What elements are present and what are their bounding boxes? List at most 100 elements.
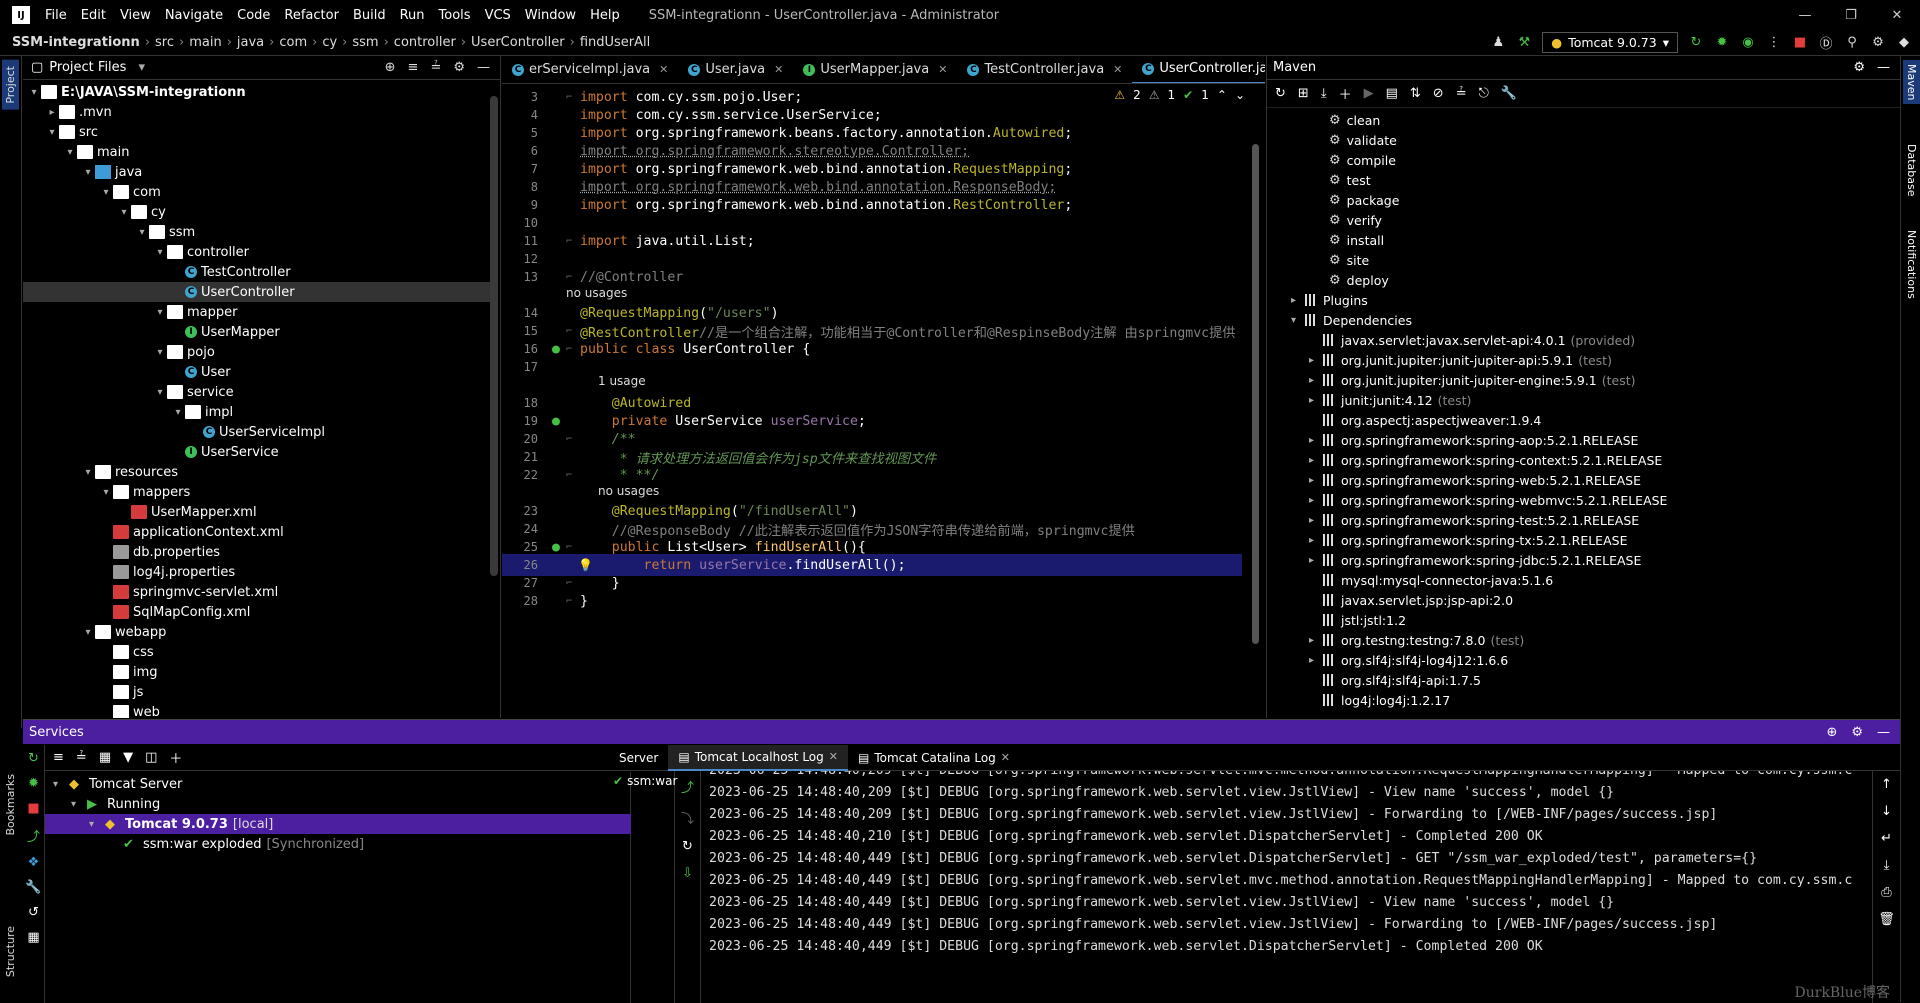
maven-dependency[interactable]: ▸org.testng:testng:7.8.0(test): [1309, 630, 1524, 650]
fold-icon[interactable]: ⌐: [566, 326, 576, 337]
tree-node[interactable]: ▾resources: [81, 462, 178, 482]
tree-node[interactable]: ▸.mvn: [45, 102, 112, 122]
maven-dependency[interactable]: ▸org.springframework:spring-webmvc:5.2.1…: [1309, 490, 1672, 510]
maven-lifecycle-goal[interactable]: ⚙deploy: [1329, 270, 1389, 290]
breadcrumb-item[interactable]: SSM-integrationn: [12, 35, 140, 50]
close-icon[interactable]: ✕: [1874, 0, 1920, 30]
tree-node[interactable]: UserMapper.xml: [117, 502, 257, 522]
maven-dependency[interactable]: ▸junit:junit:4.12(test): [1309, 390, 1471, 410]
maven-dependency[interactable]: jstl:jstl:1.2: [1309, 610, 1411, 630]
project-scrollbar[interactable]: [490, 96, 498, 576]
collapse-all-icon[interactable]: ≟: [430, 60, 441, 75]
add-service-icon[interactable]: ⊕: [1826, 725, 1837, 740]
tree-node[interactable]: css: [99, 642, 154, 662]
tree-node[interactable]: CUserServiceImpl: [189, 422, 325, 442]
tree-node[interactable]: ▾src: [45, 122, 98, 142]
tree-node[interactable]: ▾controller: [153, 242, 249, 262]
arrow-up-icon[interactable]: ↑: [1881, 777, 1892, 792]
breadcrumb-item[interactable]: src: [155, 35, 174, 50]
more-run-icon[interactable]: ⋮: [1766, 35, 1782, 51]
fold-icon[interactable]: ⌐: [566, 578, 576, 589]
maven-dependency[interactable]: ▸org.springframework:spring-test:5.2.1.R…: [1309, 510, 1644, 530]
tree-node[interactable]: applicationContext.xml: [99, 522, 284, 542]
notifications-tool-tab[interactable]: Notifications: [1903, 226, 1920, 303]
restore-icon[interactable]: ❐: [1828, 0, 1874, 30]
tree-node[interactable]: web: [99, 702, 160, 718]
menu-item-edit[interactable]: Edit: [74, 8, 113, 23]
maven-dependency[interactable]: org.slf4j:slf4j-api:1.7.5: [1309, 670, 1486, 690]
menu-item-run[interactable]: Run: [393, 8, 432, 23]
maven-dependency[interactable]: ▸org.springframework:spring-web:5.2.1.RE…: [1309, 470, 1646, 490]
fold-icon[interactable]: ⌐: [566, 236, 576, 247]
hide-icon[interactable]: —: [1877, 60, 1890, 75]
gutter[interactable]: ●: [546, 540, 566, 555]
user-icon[interactable]: ♟: [1490, 35, 1506, 51]
hide-icon[interactable]: —: [477, 60, 490, 75]
skip-tests-icon[interactable]: ⊘: [1433, 86, 1444, 101]
maven-dependency[interactable]: ▸org.springframework:spring-tx:5.2.1.REL…: [1309, 530, 1632, 550]
gear-icon[interactable]: ⚙: [1851, 725, 1863, 740]
wrench-icon[interactable]: 🔧: [1501, 86, 1517, 101]
menu-item-file[interactable]: File: [38, 8, 74, 23]
undeploy-icon[interactable]: ⤵: [681, 808, 694, 827]
spring-bean-icon[interactable]: ●: [552, 540, 560, 555]
deploy-all-icon[interactable]: ❖: [28, 855, 40, 870]
settings-icon[interactable]: ⚙: [1870, 35, 1886, 51]
filter-icon[interactable]: ▼: [123, 750, 133, 765]
tree-node[interactable]: ▾java: [81, 162, 142, 182]
tree-node[interactable]: db.properties: [99, 542, 220, 562]
maven-lifecycle-goal[interactable]: ⚙test: [1329, 170, 1371, 190]
maven-tool-tab[interactable]: Maven: [1903, 60, 1920, 104]
chevron-down-icon[interactable]: ▾: [138, 60, 145, 75]
log-tab[interactable]: ▤Tomcat Catalina Log✕: [848, 751, 1020, 765]
gear-icon[interactable]: ⚙: [453, 60, 465, 75]
console-output[interactable]: 2023-06-25 14:48:40,209 [$t] DEBUG [org.…: [701, 771, 1871, 1003]
tree-node[interactable]: ▾main: [63, 142, 129, 162]
wrench-icon[interactable]: 🔧: [25, 880, 41, 895]
maven-dependency[interactable]: javax.servlet:javax.servlet-api:4.0.1(pr…: [1309, 330, 1635, 350]
editor-tab[interactable]: CUserController.java✕: [1132, 56, 1265, 84]
tree-node[interactable]: CUserController: [23, 282, 493, 302]
tree-node[interactable]: CUser: [171, 362, 231, 382]
new-tab-icon[interactable]: ◫: [145, 750, 157, 765]
fold-icon[interactable]: ⌐: [566, 272, 576, 283]
tree-node[interactable]: CTestController: [171, 262, 291, 282]
generate-sources-icon[interactable]: ⊞: [1298, 86, 1309, 101]
breadcrumb-item[interactable]: UserController: [471, 35, 565, 50]
download-icon[interactable]: ⤓: [1321, 86, 1327, 101]
editor-tab[interactable]: IUserMapper.java✕: [793, 56, 957, 84]
tree-node[interactable]: springmvc-servlet.xml: [99, 582, 278, 602]
debug-icon[interactable]: ✹: [1714, 35, 1730, 51]
debug-icon[interactable]: ✹: [28, 776, 39, 791]
arrow-down-icon[interactable]: ↓: [1881, 804, 1892, 819]
menu-item-code[interactable]: Code: [230, 8, 277, 23]
gear-icon[interactable]: ⚙: [1853, 60, 1865, 75]
expand-all-icon[interactable]: ≡: [53, 750, 64, 765]
hide-icon[interactable]: —: [1877, 725, 1890, 740]
rerun-icon[interactable]: ↻: [28, 751, 39, 766]
tree-node[interactable]: ▾E:\JAVA\SSM-integrationn: [27, 82, 246, 102]
update-icon[interactable]: ⇩: [682, 866, 693, 881]
locate-icon[interactable]: ⊕: [385, 60, 396, 75]
gutter[interactable]: ●: [546, 414, 566, 429]
add-icon[interactable]: ＋: [169, 748, 182, 767]
fold-icon[interactable]: ⌐: [566, 344, 576, 355]
tree-node[interactable]: log4j.properties: [99, 562, 235, 582]
refresh-icon[interactable]: ↻: [682, 839, 693, 854]
maven-dependency[interactable]: ▸org.junit.jupiter:junit-jupiter-api:5.9…: [1309, 350, 1612, 370]
tree-node[interactable]: ▾mappers: [99, 482, 190, 502]
maven-dependency[interactable]: log4j:log4j:1.2.17: [1309, 690, 1455, 710]
service-node[interactable]: ✔ssm:war exploded[Synchronized]: [45, 834, 631, 854]
maven-lifecycle-goal[interactable]: ⚙verify: [1329, 210, 1382, 230]
reload-icon[interactable]: ↻: [1275, 86, 1286, 101]
chevron-down-icon[interactable]: ⌄: [1235, 88, 1245, 102]
maven-lifecycle-goal[interactable]: ⚙compile: [1329, 150, 1396, 170]
layout-icon[interactable]: ▦: [27, 930, 39, 945]
maven-dependency[interactable]: ▸org.springframework:spring-context:5.2.…: [1309, 450, 1667, 470]
breadcrumb-item[interactable]: controller: [394, 35, 456, 50]
maven-dependency[interactable]: javax.servlet.jsp:jsp-api:2.0: [1309, 590, 1518, 610]
collapse-all-icon[interactable]: ≟: [76, 750, 87, 765]
scroll-to-end-icon[interactable]: ⤓: [1884, 858, 1890, 873]
maven-dependencies-node[interactable]: ▾Dependencies: [1291, 310, 1412, 330]
tree-node[interactable]: img: [99, 662, 158, 682]
